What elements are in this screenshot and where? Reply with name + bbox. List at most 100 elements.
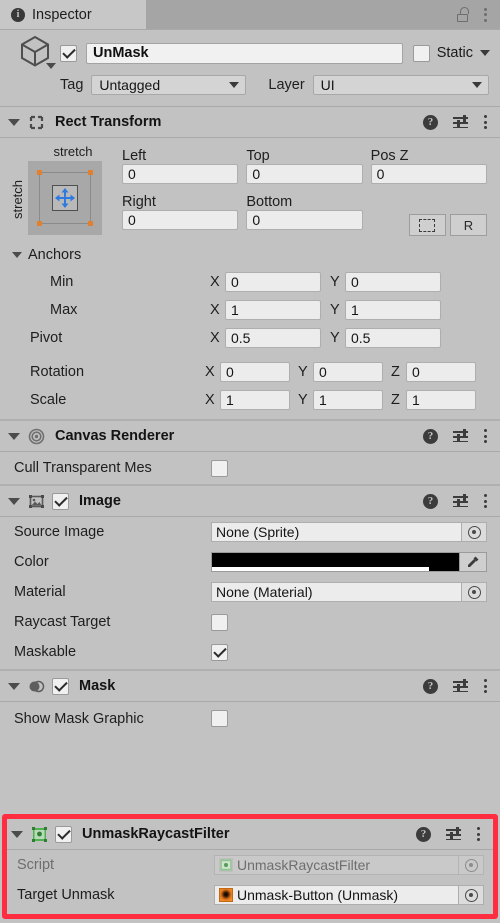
source-image-label: Source Image <box>14 524 105 540</box>
axis-y-label: Y <box>298 392 308 408</box>
material-value-box[interactable]: None (Material) <box>211 582 461 602</box>
component-actions: ? <box>423 493 487 509</box>
expand-triangle-icon[interactable] <box>11 830 23 838</box>
target-unmask-picker-button[interactable] <box>458 885 484 905</box>
color-swatch[interactable] <box>211 552 459 572</box>
pivot-x-input[interactable]: 0.5 <box>225 328 321 348</box>
kebab-menu-icon[interactable] <box>483 115 487 129</box>
expand-triangle-icon[interactable] <box>8 682 20 690</box>
tab-inspector[interactable]: i Inspector <box>0 0 146 29</box>
eyedropper-button[interactable] <box>459 552 487 572</box>
top-input[interactable]: 0 <box>246 164 363 184</box>
component-header-canvas-renderer[interactable]: Canvas Renderer ? <box>0 421 500 451</box>
component-header-rect-transform[interactable]: Rect Transform ? <box>0 107 500 137</box>
tag-layer-row: Tag Untagged Layer UI <box>10 70 490 100</box>
rect-transform-icon <box>28 114 45 131</box>
mask-enabled-checkbox[interactable] <box>52 677 69 695</box>
gameobject-enabled-checkbox[interactable] <box>60 44 77 62</box>
blueprint-mode-icon <box>419 218 436 232</box>
cull-transparent-mesh-row: Cull Transparent Mes <box>0 452 500 484</box>
rotation-z-value: 0 <box>412 364 420 380</box>
anchor-min-y-input[interactable]: 0 <box>345 272 441 292</box>
maskable-checkbox[interactable] <box>211 643 228 661</box>
left-input[interactable]: 0 <box>122 164 239 184</box>
inspector-window: i Inspector UnMask Static Tag Untagged L… <box>0 0 500 923</box>
anchor-max-x-value: 1 <box>231 302 239 318</box>
kebab-menu-icon[interactable] <box>483 679 487 693</box>
scale-y-input[interactable]: 1 <box>313 390 383 410</box>
source-image-value-box[interactable]: None (Sprite) <box>211 522 461 542</box>
scale-x-input[interactable]: 1 <box>220 390 290 410</box>
component-header-mask[interactable]: Mask ? <box>0 671 500 701</box>
blueprint-mode-button[interactable] <box>408 214 446 236</box>
source-image-picker-button[interactable] <box>461 522 487 542</box>
rotation-y-input[interactable]: 0 <box>313 362 383 382</box>
image-enabled-checkbox[interactable] <box>52 492 69 510</box>
kebab-menu-icon[interactable] <box>476 827 480 841</box>
right-field-group: Right 0 <box>122 188 239 236</box>
bottom-input[interactable]: 0 <box>246 210 363 230</box>
cull-transparent-mesh-checkbox[interactable] <box>211 459 228 477</box>
right-input[interactable]: 0 <box>122 210 239 230</box>
help-icon[interactable]: ? <box>423 493 438 509</box>
eyedropper-icon <box>468 556 479 567</box>
kebab-menu-icon[interactable] <box>483 7 487 22</box>
help-icon[interactable]: ? <box>423 428 438 444</box>
source-image-row: Source Image None (Sprite) <box>0 517 500 547</box>
posz-input[interactable]: 0 <box>370 164 487 184</box>
expand-triangle-icon[interactable] <box>8 432 20 440</box>
static-chevron-down-icon[interactable] <box>480 50 490 56</box>
rotation-z-input[interactable]: 0 <box>406 362 476 382</box>
material-picker-button[interactable] <box>461 582 487 602</box>
preset-settings-icon[interactable] <box>453 678 468 693</box>
material-field[interactable]: None (Material) <box>211 582 487 602</box>
raw-mode-button[interactable]: R <box>449 214 487 236</box>
static-checkbox[interactable] <box>412 44 430 62</box>
static-toggle-group: Static <box>412 44 490 62</box>
gameobject-name-input[interactable]: UnMask <box>86 42 403 64</box>
show-mask-graphic-checkbox[interactable] <box>211 710 228 727</box>
cube-icon[interactable] <box>10 32 60 74</box>
help-icon[interactable]: ? <box>416 826 431 842</box>
material-row: Material None (Material) <box>0 577 500 607</box>
preset-settings-icon[interactable] <box>453 114 468 129</box>
tab-strip: i Inspector <box>0 0 500 29</box>
anchors-foldout[interactable]: Anchors <box>0 242 500 268</box>
anchor-max-y-input[interactable]: 1 <box>345 300 441 320</box>
pivot-y-input[interactable]: 0.5 <box>345 328 441 348</box>
unmask-raycast-filter-enabled-checkbox[interactable] <box>55 825 72 843</box>
tag-dropdown[interactable]: Untagged <box>91 75 247 95</box>
anchor-preset-widget[interactable]: stretch stretch <box>10 142 122 236</box>
expand-triangle-icon[interactable] <box>8 497 20 505</box>
expand-triangle-icon[interactable] <box>8 118 20 126</box>
left-field-group: Left 0 <box>122 142 239 184</box>
help-icon[interactable]: ? <box>423 678 438 694</box>
color-label: Color <box>14 554 49 570</box>
help-icon[interactable]: ? <box>423 114 438 130</box>
component-actions: ? <box>423 678 487 694</box>
anchor-max-x-input[interactable]: 1 <box>225 300 321 320</box>
component-header-image[interactable]: Image ? <box>0 486 500 516</box>
pivot-y-value: 0.5 <box>351 330 371 346</box>
axis-x-label: X <box>210 302 220 318</box>
expand-triangle-icon[interactable] <box>12 252 22 258</box>
preset-settings-icon[interactable] <box>446 826 461 841</box>
preset-settings-icon[interactable] <box>453 428 468 443</box>
kebab-menu-icon[interactable] <box>483 494 487 508</box>
color-field[interactable] <box>211 552 487 572</box>
component-header-unmask-raycast-filter[interactable]: UnmaskRaycastFilter ? <box>7 819 493 849</box>
component-actions: ? <box>423 114 487 130</box>
kebab-menu-icon[interactable] <box>483 429 487 443</box>
preset-settings-icon[interactable] <box>453 493 468 508</box>
target-unmask-field[interactable]: Unmask-Button (Unmask) <box>214 885 484 905</box>
raycast-target-checkbox[interactable] <box>211 613 228 631</box>
anchor-min-x-input[interactable]: 0 <box>225 272 321 292</box>
layer-dropdown[interactable]: UI <box>312 75 489 95</box>
anchor-preset-box[interactable] <box>28 161 102 235</box>
lock-icon[interactable] <box>456 7 469 22</box>
target-unmask-value-box[interactable]: Unmask-Button (Unmask) <box>214 885 458 905</box>
scale-z-input[interactable]: 1 <box>406 390 476 410</box>
rotation-x-input[interactable]: 0 <box>220 362 290 382</box>
source-image-field[interactable]: None (Sprite) <box>211 522 487 542</box>
rect-transform-fields: Left 0 Top 0 Pos Z 0 Right 0 Bottom 0 R <box>122 142 487 236</box>
